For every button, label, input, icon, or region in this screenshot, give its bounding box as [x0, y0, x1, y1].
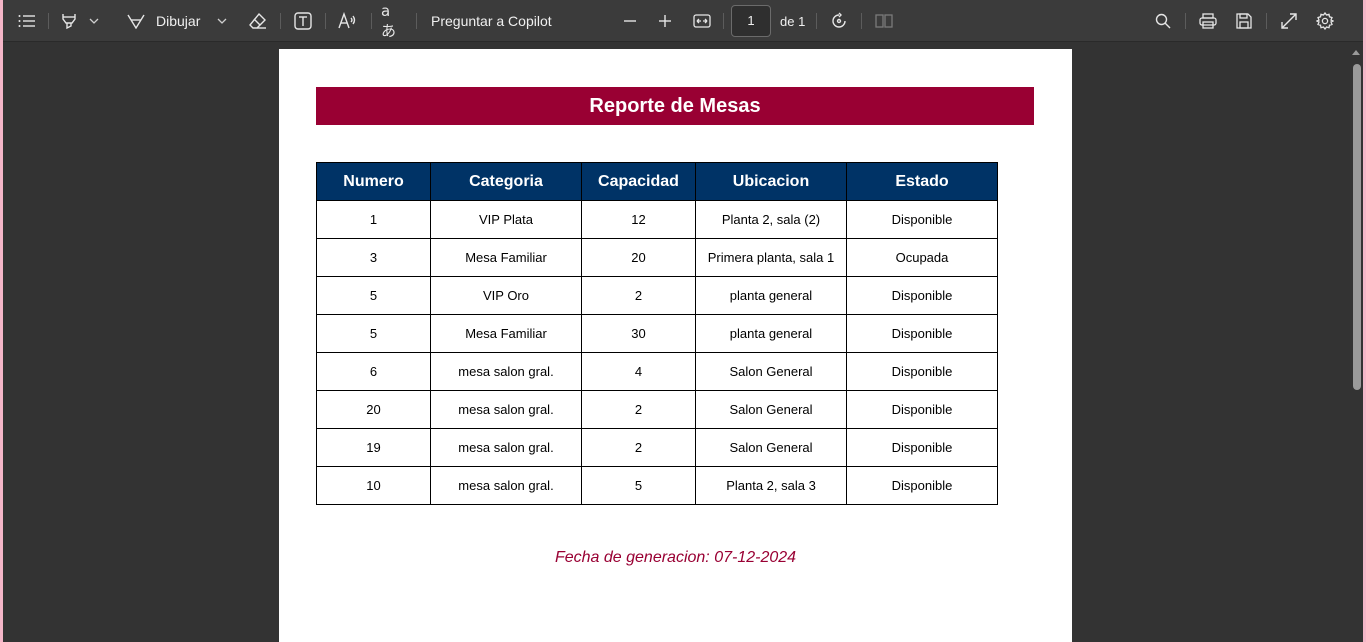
settings-icon[interactable]: [1314, 0, 1336, 42]
cell-categoria: VIP Oro: [430, 276, 582, 315]
cell-numero: 1: [316, 200, 431, 239]
draw-button[interactable]: Dibujar: [156, 0, 200, 42]
separator: [48, 13, 49, 29]
column-header: Estado: [846, 162, 998, 201]
zoom-out-icon[interactable]: [620, 0, 640, 42]
cell-capacidad: 2: [581, 276, 696, 315]
column-header: Capacidad: [581, 162, 696, 201]
separator: [861, 13, 862, 29]
column-header: Categoria: [430, 162, 582, 201]
document-viewport: Reporte de Mesas Numero Categoria Capaci…: [3, 42, 1363, 642]
cell-estado: Disponible: [846, 428, 998, 467]
chevron-down-icon[interactable]: [87, 0, 101, 42]
cell-ubicacion: Salon General: [695, 428, 847, 467]
cell-ubicacion: planta general: [695, 276, 847, 315]
cell-numero: 5: [316, 276, 431, 315]
toolbar: Dibujar aあ Preguntar a Copilot 1 de 1: [3, 0, 1363, 42]
rotate-icon[interactable]: [828, 0, 850, 42]
generation-date: Fecha de generacion: 07-12-2024: [554, 549, 797, 566]
table-row: 5 VIP Oro 2 planta general Disponible: [316, 276, 998, 315]
scroll-up-arrow[interactable]: [1352, 50, 1360, 55]
cell-capacidad: 20: [581, 238, 696, 277]
separator: [325, 13, 326, 29]
textbox-icon[interactable]: [292, 0, 314, 42]
cell-capacidad: 4: [581, 352, 696, 391]
cell-capacidad: 30: [581, 314, 696, 353]
column-header: Numero: [316, 162, 431, 201]
table-header-row: Numero Categoria Capacidad Ubicacion Est…: [316, 162, 998, 201]
eraser-icon[interactable]: [247, 0, 269, 42]
cell-categoria: Mesa Familiar: [430, 314, 582, 353]
chevron-down-icon[interactable]: [215, 0, 229, 42]
draw-icon[interactable]: [125, 0, 147, 42]
zoom-in-icon[interactable]: [655, 0, 675, 42]
cell-ubicacion: Salon General: [695, 390, 847, 429]
cell-ubicacion: Planta 2, sala (2): [695, 200, 847, 239]
table-row: 3 Mesa Familiar 20 Primera planta, sala …: [316, 238, 998, 277]
cell-numero: 6: [316, 352, 431, 391]
cell-capacidad: 2: [581, 428, 696, 467]
translate-icon[interactable]: aあ: [381, 0, 405, 42]
separator: [816, 13, 817, 29]
cell-numero: 10: [316, 466, 431, 505]
cell-ubicacion: Planta 2, sala 3: [695, 466, 847, 505]
page-total: de 1: [780, 0, 805, 42]
report-table: Numero Categoria Capacidad Ubicacion Est…: [316, 162, 998, 505]
fit-page-icon[interactable]: [691, 0, 713, 42]
cell-estado: Disponible: [846, 200, 998, 239]
print-icon[interactable]: [1197, 0, 1219, 42]
highlight-icon[interactable]: [58, 0, 80, 42]
cell-estado: Ocupada: [846, 238, 998, 277]
separator: [1266, 13, 1267, 29]
cell-numero: 19: [316, 428, 431, 467]
table-row: 19 mesa salon gral. 2 Salon General Disp…: [316, 428, 998, 467]
cell-numero: 3: [316, 238, 431, 277]
cell-capacidad: 5: [581, 466, 696, 505]
table-row: 1 VIP Plata 12 Planta 2, sala (2) Dispon…: [316, 200, 998, 239]
copilot-label: Preguntar a Copilot: [431, 13, 552, 29]
cell-estado: Disponible: [846, 276, 998, 315]
separator: [371, 13, 372, 29]
table-row: 5 Mesa Familiar 30 planta general Dispon…: [316, 314, 998, 353]
cell-ubicacion: planta general: [695, 314, 847, 353]
contents-icon[interactable]: [15, 0, 39, 42]
separator: [280, 13, 281, 29]
cell-categoria: mesa salon gral.: [430, 428, 582, 467]
cell-categoria: Mesa Familiar: [430, 238, 582, 277]
pdf-viewer-window: Dibujar aあ Preguntar a Copilot 1 de 1 Re…: [3, 0, 1363, 642]
cell-categoria: mesa salon gral.: [430, 352, 582, 391]
cell-categoria: mesa salon gral.: [430, 390, 582, 429]
read-aloud-icon[interactable]: [336, 0, 360, 42]
fullscreen-icon[interactable]: [1278, 0, 1300, 42]
pdf-page: Reporte de Mesas Numero Categoria Capaci…: [279, 49, 1072, 642]
table-row: 20 mesa salon gral. 2 Salon General Disp…: [316, 390, 998, 429]
cell-ubicacion: Primera planta, sala 1: [695, 238, 847, 277]
cell-capacidad: 2: [581, 390, 696, 429]
separator: [723, 13, 724, 29]
save-icon[interactable]: [1233, 0, 1255, 42]
table-row: 6 mesa salon gral. 4 Salon General Dispo…: [316, 352, 998, 391]
report-title: Reporte de Mesas: [316, 87, 1034, 125]
page-view-icon[interactable]: [873, 0, 895, 42]
cell-categoria: VIP Plata: [430, 200, 582, 239]
column-header: Ubicacion: [695, 162, 847, 201]
cell-capacidad: 12: [581, 200, 696, 239]
copilot-button[interactable]: Preguntar a Copilot: [431, 0, 552, 42]
cell-numero: 20: [316, 390, 431, 429]
table-row: 10 mesa salon gral. 5 Planta 2, sala 3 D…: [316, 466, 998, 505]
separator: [416, 13, 417, 29]
cell-estado: Disponible: [846, 466, 998, 505]
cell-estado: Disponible: [846, 314, 998, 353]
separator: [1185, 13, 1186, 29]
page-number-input[interactable]: 1: [731, 5, 771, 37]
cell-numero: 5: [316, 314, 431, 353]
page-total-label: de 1: [780, 13, 806, 29]
cell-ubicacion: Salon General: [695, 352, 847, 391]
draw-label: Dibujar: [156, 13, 201, 29]
cell-categoria: mesa salon gral.: [430, 466, 582, 505]
search-icon[interactable]: [1152, 0, 1174, 42]
cell-estado: Disponible: [846, 390, 998, 429]
vertical-scrollbar[interactable]: [1353, 64, 1361, 390]
cell-estado: Disponible: [846, 352, 998, 391]
